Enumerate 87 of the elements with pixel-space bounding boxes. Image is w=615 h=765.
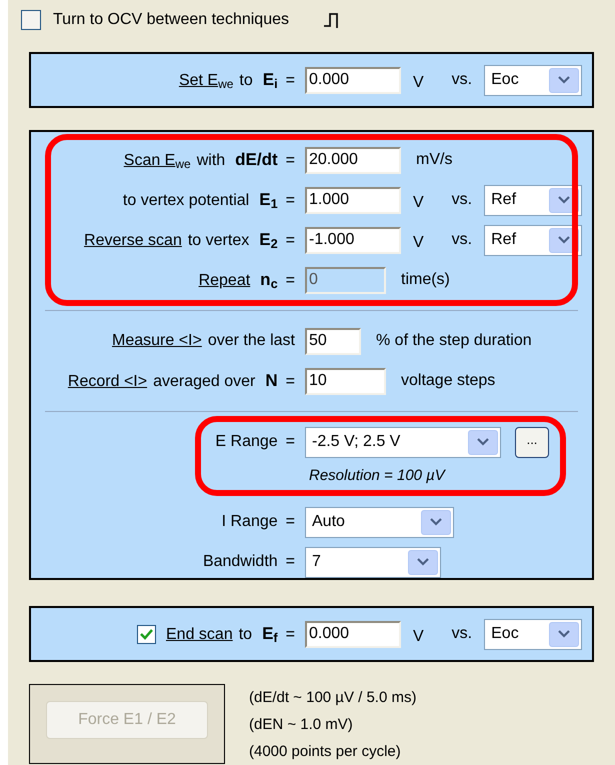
label-link[interactable]: Record <I> (68, 370, 148, 394)
dropdown-arrow-button[interactable] (408, 550, 438, 574)
label-link[interactable]: End scan (166, 623, 233, 647)
label-link[interactable]: Set E$_{we}$ (178, 69, 234, 93)
equals-sign: = (286, 71, 295, 91)
select-value: Eoc (490, 624, 520, 644)
checkbox[interactable] (21, 10, 41, 30)
number-field[interactable]: 0.000 (305, 66, 401, 94)
select-value: Ref (490, 190, 518, 210)
unit-label: % of the step duration (376, 331, 532, 351)
unit-label: V (413, 232, 424, 252)
number-field[interactable]: 10 (305, 368, 386, 394)
equals-sign: = (286, 271, 295, 291)
dropdown-select[interactable]: Ref (484, 224, 582, 256)
symbol-label: E$_{i}$ (262, 69, 278, 92)
field-label: to (239, 71, 253, 91)
equals-sign: = (286, 432, 295, 452)
unit-label: voltage steps (401, 371, 496, 391)
number-field[interactable]: -1.000 (305, 226, 401, 254)
vs-label: vs. (452, 70, 472, 90)
unit-label: V (413, 192, 424, 212)
symbol-label: E$_{f}$ (262, 623, 278, 646)
field-label: I Range (222, 512, 278, 532)
vs-label: vs. (452, 190, 472, 210)
symbol-label: E$_{1}$ (259, 189, 278, 212)
dropdown-select[interactable]: -2.5 V; 2.5 V (305, 426, 501, 458)
number-field[interactable]: 50 (305, 328, 361, 354)
unit-label: mV/s (416, 150, 452, 170)
info-line: (4000 points per cycle) (249, 742, 402, 762)
equals-sign: = (286, 231, 295, 251)
select-value: 7 (311, 552, 322, 572)
dropdown-select[interactable]: 7 (305, 546, 441, 578)
select-value: -2.5 V; 2.5 V (311, 432, 402, 452)
dropdown-select[interactable]: Eoc (484, 64, 582, 96)
number-field[interactable]: 20.000 (305, 146, 401, 174)
chevron-down-icon (558, 630, 570, 638)
unit-label: V (413, 72, 424, 92)
dropdown-arrow-button[interactable] (421, 510, 451, 534)
equals-sign: = (286, 151, 295, 171)
info-line: (dE/dt ~ 100 µV / 5.0 ms) (249, 688, 416, 708)
number-field[interactable]: 1.000 (305, 186, 401, 214)
browse-button[interactable]: ... (515, 426, 549, 458)
label-link[interactable]: Scan E$_{we}$ (124, 149, 191, 173)
label-link[interactable]: Measure <I> (112, 329, 202, 353)
chevron-down-icon (477, 438, 489, 446)
vs-label: vs. (452, 230, 472, 250)
symbol-label: dE/dt (235, 149, 278, 171)
equals-sign: = (286, 372, 295, 392)
dropdown-select[interactable]: Eoc (484, 618, 582, 650)
field-label: Bandwidth (202, 552, 278, 572)
chevron-down-icon (558, 76, 570, 84)
unit-label: V (413, 626, 424, 646)
unit-label: time(s) (401, 270, 450, 290)
chevron-down-icon (558, 236, 570, 244)
dropdown-select[interactable]: Ref (484, 184, 582, 216)
select-value: Ref (490, 230, 518, 250)
label-link[interactable]: Reverse scan (84, 229, 182, 253)
chevron-down-icon (558, 196, 570, 204)
field-label: to (238, 625, 252, 645)
dropdown-arrow-button[interactable] (549, 68, 580, 92)
field-label: with (196, 151, 226, 171)
select-value: Auto (311, 512, 346, 532)
field-label: averaged over (153, 372, 256, 392)
symbol-label: n$_{c}$ (260, 269, 278, 292)
vs-label: vs. (452, 624, 472, 644)
checkbox[interactable] (137, 624, 156, 644)
symbol-label: E$_{2}$ (259, 229, 278, 252)
field-label: E Range (215, 432, 278, 452)
field-label: over the last (208, 331, 295, 351)
checkbox-label: Turn to OCV between techniques (53, 10, 289, 30)
equals-sign: = (286, 552, 295, 572)
number-field[interactable]: 0.000 (305, 620, 401, 648)
resolution-note: Resolution = 100 µV (308, 466, 447, 486)
info-line: (dEN ~ 1.0 mV) (249, 715, 354, 735)
select-value: Eoc (490, 70, 520, 90)
field-label: to vertex (188, 231, 250, 251)
dropdown-arrow-button[interactable] (549, 622, 580, 646)
dropdown-select[interactable]: Auto (305, 506, 454, 538)
checkmark-icon (140, 628, 153, 640)
symbol-label: N (265, 370, 278, 392)
equals-sign: = (286, 512, 295, 532)
field-label: to vertex potential (122, 191, 250, 211)
dropdown-arrow-button[interactable] (468, 430, 498, 454)
chevron-down-icon (430, 518, 442, 526)
equals-sign: = (286, 191, 295, 211)
equals-sign: = (286, 625, 295, 645)
chevron-down-icon (417, 558, 429, 566)
